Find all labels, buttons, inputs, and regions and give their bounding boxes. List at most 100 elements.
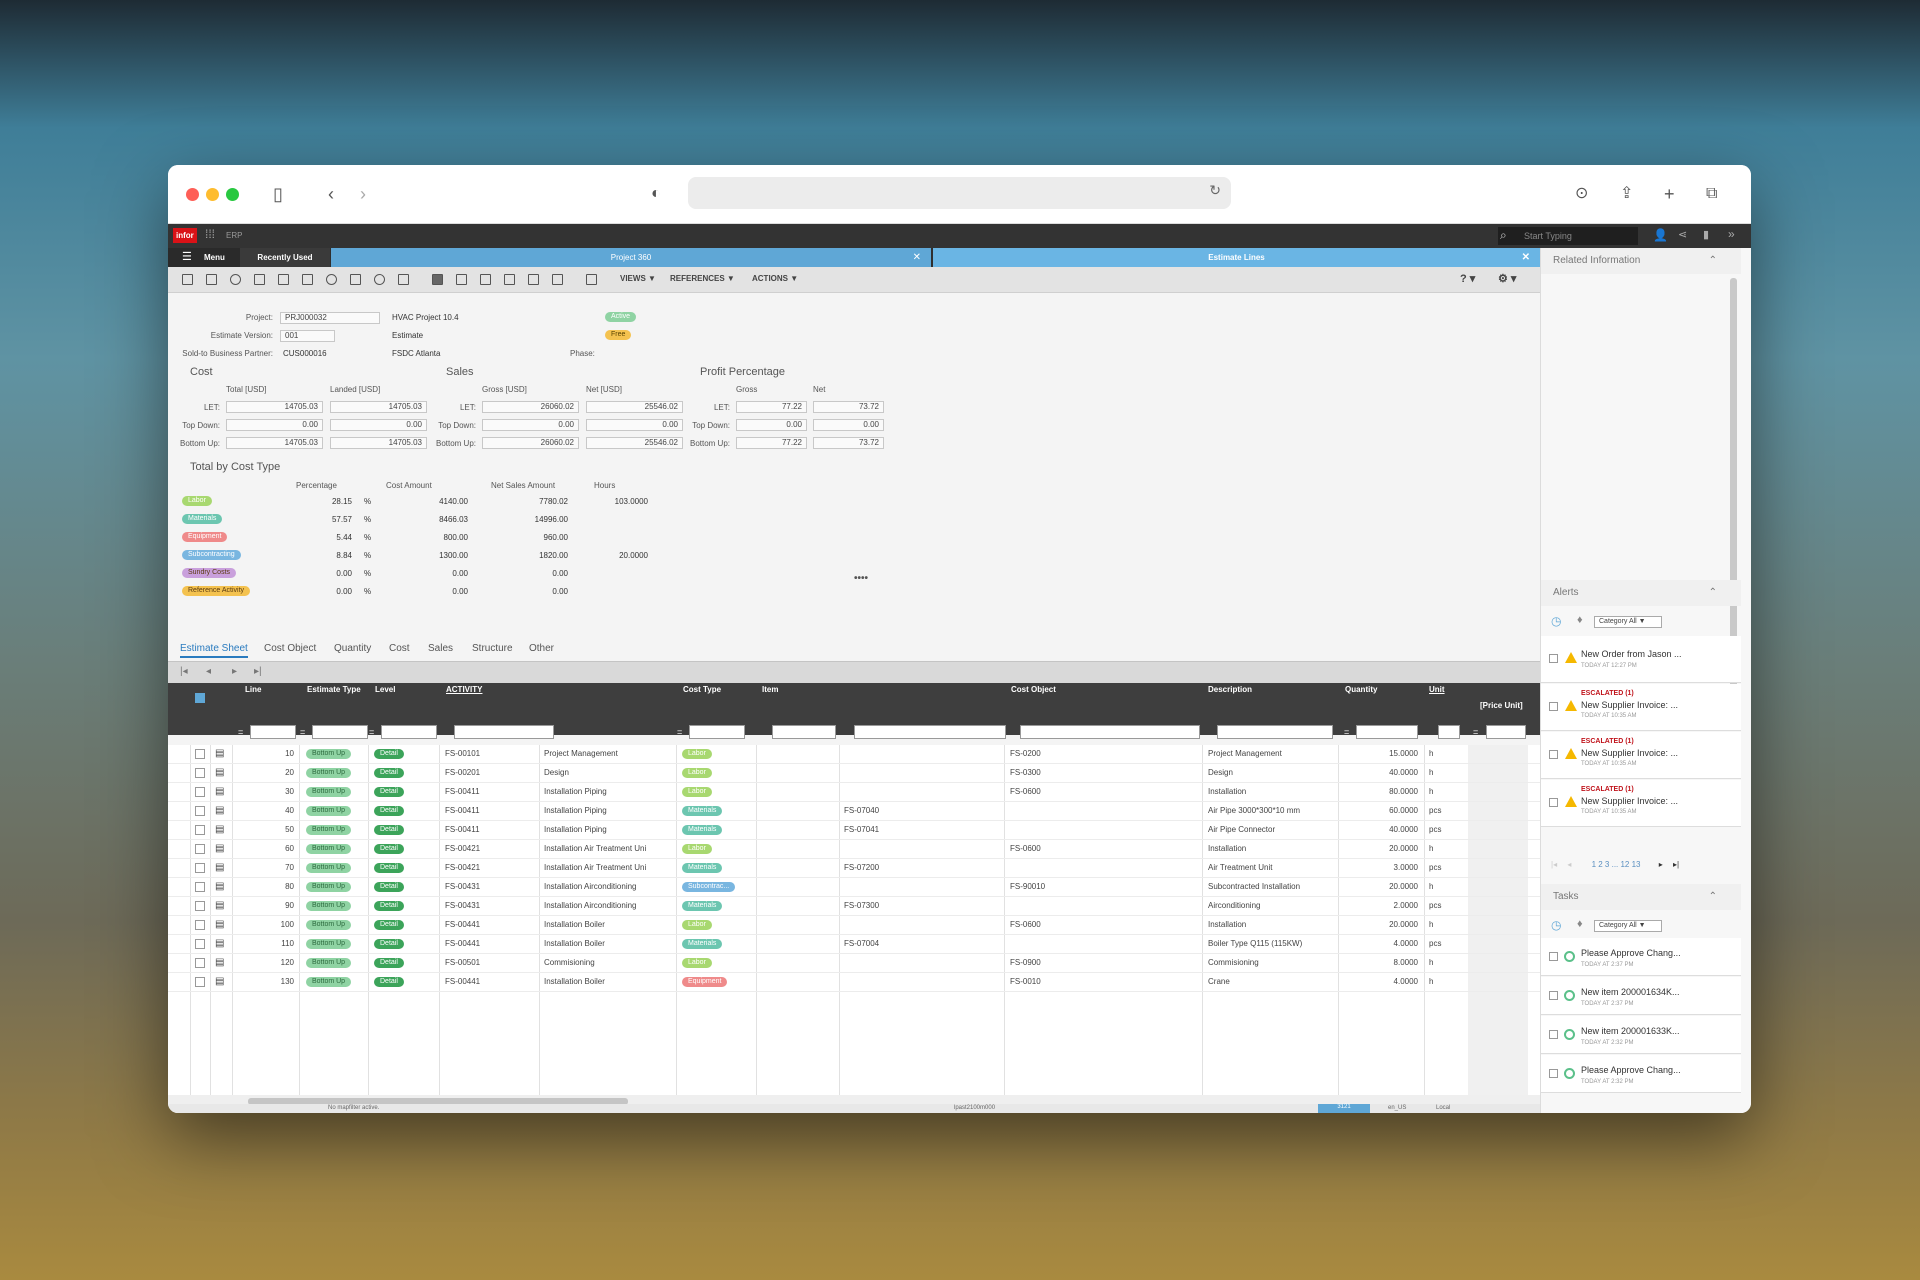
- pager-next-icon[interactable]: ▸: [1659, 860, 1663, 869]
- row-checkbox[interactable]: [195, 977, 205, 987]
- pager-pages[interactable]: 1 2 3 ... 12 13: [1592, 860, 1641, 869]
- task-checkbox[interactable]: [1549, 952, 1558, 961]
- row-checkbox[interactable]: [195, 806, 205, 816]
- table-row[interactable]: ▤ 10 Bottom Up Detail FS-00101 Project Manage…: [168, 745, 1540, 764]
- duplicate-icon[interactable]: [278, 274, 289, 285]
- collapse-icon[interactable]: ⌃: [1709, 580, 1717, 606]
- row-checkbox[interactable]: [195, 882, 205, 892]
- filter-operator-icon[interactable]: =: [1344, 727, 1349, 737]
- row-checkbox[interactable]: [195, 939, 205, 949]
- profit-topdown-net[interactable]: 0.00: [813, 419, 884, 431]
- row-detail-icon[interactable]: ▤: [215, 919, 224, 930]
- row-checkbox[interactable]: [195, 787, 205, 797]
- row-checkbox[interactable]: [195, 863, 205, 873]
- pager-prev-icon[interactable]: ◂: [1567, 860, 1571, 869]
- task-checkbox[interactable]: [1549, 1030, 1558, 1039]
- col-cost-type[interactable]: Cost Type: [683, 685, 721, 694]
- calendar-icon[interactable]: [586, 274, 597, 285]
- filter-activity[interactable]: [454, 725, 554, 739]
- subtab-cost[interactable]: Cost: [389, 643, 410, 654]
- sales-topdown-gross[interactable]: 0.00: [482, 419, 579, 431]
- cost-let-total[interactable]: 14705.03: [226, 401, 323, 413]
- row-detail-icon[interactable]: ▤: [215, 786, 224, 797]
- export-icon[interactable]: [398, 274, 409, 285]
- col-activity[interactable]: ACTIVITY: [446, 685, 482, 694]
- table-row[interactable]: ▤ 70 Bottom Up Detail FS-00421 Installation A…: [168, 859, 1540, 878]
- cost-topdown-total[interactable]: 0.00: [226, 419, 323, 431]
- table-row[interactable]: ▤ 90 Bottom Up Detail FS-00431 Installation A…: [168, 897, 1540, 916]
- alerts-pager[interactable]: |◂ ◂ 1 2 3 ... 12 13 ▸ ▸|: [1551, 860, 1731, 869]
- table-row[interactable]: ▤ 60 Bottom Up Detail FS-00421 Installation A…: [168, 840, 1540, 859]
- table-row[interactable]: ▤ 40 Bottom Up Detail FS-00411 Installation P…: [168, 802, 1540, 821]
- row-detail-icon[interactable]: ▤: [215, 938, 224, 949]
- download-icon[interactable]: ⊙: [1575, 182, 1588, 206]
- collapse-icon[interactable]: ⌃: [1709, 248, 1717, 274]
- reload-icon[interactable]: ↻: [1209, 182, 1221, 199]
- task-checkbox[interactable]: [1549, 1069, 1558, 1078]
- sales-let-gross[interactable]: 26060.02: [482, 401, 579, 413]
- table-row[interactable]: ▤ 20 Bottom Up Detail FS-00201 Design Labor FS-…: [168, 764, 1540, 783]
- profit-bottomup-gross[interactable]: 77.22: [736, 437, 807, 449]
- subtab-cost-object[interactable]: Cost Object: [264, 643, 316, 654]
- filter-item[interactable]: [772, 725, 836, 739]
- alert-item[interactable]: ESCALATED (1) New Supplier Invoice: ... TO…: [1541, 780, 1741, 827]
- share-app-icon[interactable]: ⋖: [1678, 228, 1687, 241]
- profit-topdown-gross[interactable]: 0.00: [736, 419, 807, 431]
- filter-unit[interactable]: [1438, 725, 1460, 739]
- subtab-estimate-sheet[interactable]: Estimate Sheet: [180, 643, 248, 658]
- col-price-unit[interactable]: [Price Unit]: [1480, 701, 1523, 710]
- tab-project-360[interactable]: Project 360 ✕: [331, 248, 931, 267]
- references-menu[interactable]: REFERENCES ▼: [670, 274, 735, 283]
- prev-group-icon[interactable]: [480, 274, 491, 285]
- clock-icon[interactable]: ◷: [1551, 918, 1561, 932]
- task-item[interactable]: Please Approve Chang... TODAY AT 2:32 PM: [1541, 1055, 1741, 1093]
- actions-menu[interactable]: ACTIONS ▼: [752, 274, 798, 283]
- tasks-header[interactable]: Tasks ⌃: [1541, 884, 1741, 910]
- row-checkbox[interactable]: [195, 749, 205, 759]
- project-field[interactable]: PRJ000032: [280, 312, 380, 324]
- col-unit[interactable]: Unit: [1429, 685, 1445, 694]
- tab-overview-icon[interactable]: ⧉: [1706, 182, 1717, 206]
- forward-icon[interactable]: ›: [360, 182, 366, 206]
- first-record-icon[interactable]: [432, 274, 443, 285]
- filter-operator-icon[interactable]: =: [677, 727, 682, 737]
- filter-line[interactable]: [250, 725, 296, 739]
- table-row[interactable]: ▤ 30 Bottom Up Detail FS-00411 Installation P…: [168, 783, 1540, 802]
- subtab-quantity[interactable]: Quantity: [334, 643, 371, 654]
- row-detail-icon[interactable]: ▤: [215, 900, 224, 911]
- filter-price-unit[interactable]: [1486, 725, 1526, 739]
- sales-bottomup-net[interactable]: 25546.02: [586, 437, 683, 449]
- filter-quantity[interactable]: [1356, 725, 1418, 739]
- row-detail-icon[interactable]: ▤: [215, 881, 224, 892]
- alert-checkbox[interactable]: [1549, 798, 1558, 807]
- table-row[interactable]: ▤ 80 Bottom Up Detail FS-00431 Installation A…: [168, 878, 1540, 897]
- next-record-icon[interactable]: [528, 274, 539, 285]
- more-icon[interactable]: ••••: [854, 573, 868, 584]
- row-checkbox[interactable]: [195, 958, 205, 968]
- undo-icon[interactable]: [230, 274, 241, 285]
- table-row[interactable]: ▤ 100 Bottom Up Detail FS-00441 Installation …: [168, 916, 1540, 935]
- delete-icon[interactable]: [302, 274, 313, 285]
- subtab-sales[interactable]: Sales: [428, 643, 453, 654]
- profit-let-net[interactable]: 73.72: [813, 401, 884, 413]
- sales-topdown-net[interactable]: 0.00: [586, 419, 683, 431]
- row-checkbox[interactable]: [195, 844, 205, 854]
- collapse-icon[interactable]: ⌃: [1709, 884, 1717, 910]
- table-row[interactable]: ▤ 120 Bottom Up Detail FS-00501 Commisioning L…: [168, 954, 1540, 973]
- col-cost-object[interactable]: Cost Object: [1011, 685, 1056, 694]
- filter-cost-object[interactable]: [1020, 725, 1200, 739]
- filter-cost-type[interactable]: [689, 725, 745, 739]
- filter-estimate-type[interactable]: [312, 725, 368, 739]
- tab-estimate-lines[interactable]: Estimate Lines ✕: [933, 248, 1540, 267]
- row-detail-icon[interactable]: ▤: [215, 976, 224, 987]
- partner-value[interactable]: CUS000016: [283, 349, 327, 358]
- settings-icon[interactable]: ⚙ ▾: [1498, 272, 1516, 285]
- filter-icon[interactable]: ♦: [1577, 614, 1583, 626]
- find-icon[interactable]: [374, 274, 385, 285]
- share-icon[interactable]: ⇪: [1620, 182, 1633, 206]
- alert-checkbox[interactable]: [1549, 654, 1558, 663]
- task-item[interactable]: New item 200001633K... TODAY AT 2:32 PM: [1541, 1016, 1741, 1054]
- copy-icon[interactable]: [254, 274, 265, 285]
- subtab-other[interactable]: Other: [529, 643, 554, 654]
- col-estimate-type[interactable]: Estimate Type: [307, 685, 361, 694]
